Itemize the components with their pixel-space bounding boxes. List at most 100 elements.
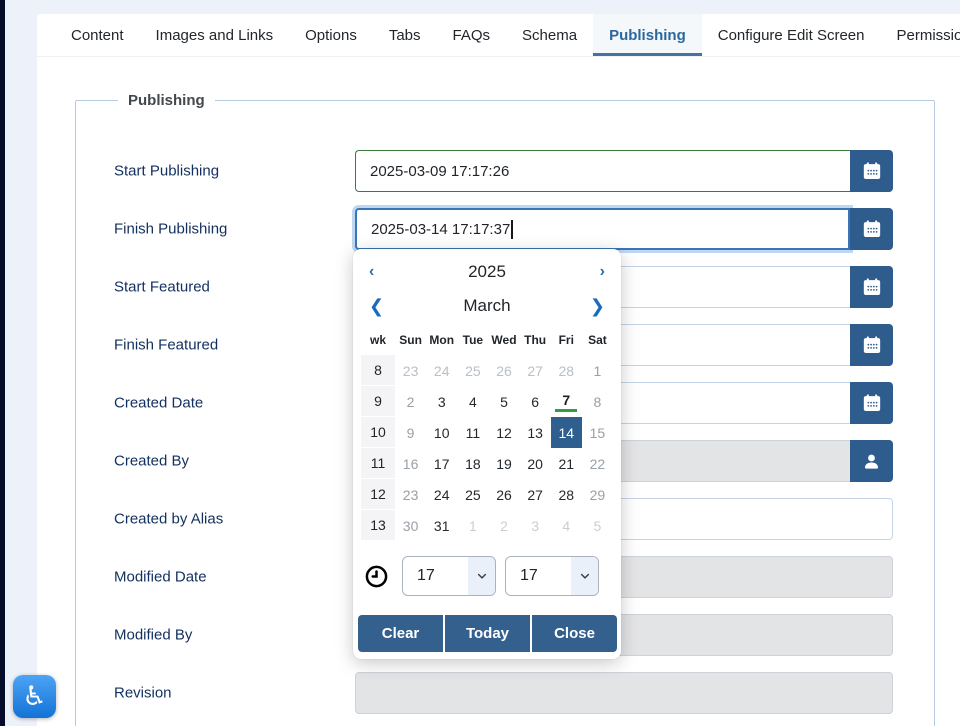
day-cell-28[interactable]: 28 — [551, 355, 582, 386]
next-year-icon[interactable]: › — [596, 264, 609, 280]
day-cell-8[interactable]: 8 — [582, 386, 613, 417]
day-number: 5 — [500, 394, 508, 410]
day-number: 25 — [465, 487, 481, 503]
day-cell-26[interactable]: 26 — [488, 355, 519, 386]
input-value: 2025-03-09 17:17:26 — [370, 163, 509, 180]
text-caret — [511, 220, 513, 239]
today-button[interactable]: Today — [445, 615, 530, 652]
calendar-icon — [862, 393, 882, 413]
day-cell-4[interactable]: 4 — [551, 510, 582, 541]
tab-faqs[interactable]: FAQs — [437, 14, 507, 56]
day-number: 16 — [403, 456, 419, 472]
prev-month-icon[interactable]: ❮ — [365, 297, 388, 315]
day-number: 15 — [590, 425, 606, 441]
day-cell-22[interactable]: 22 — [582, 448, 613, 479]
day-cell-9[interactable]: 9 — [395, 417, 426, 448]
clear-button[interactable]: Clear — [358, 615, 443, 652]
day-cell-23[interactable]: 23 — [395, 479, 426, 510]
tab-publishing[interactable]: Publishing — [593, 14, 702, 56]
next-month-icon[interactable]: ❯ — [586, 297, 609, 315]
day-cell-25[interactable]: 25 — [457, 355, 488, 386]
day-cell-3[interactable]: 3 — [426, 386, 457, 417]
day-cell-2[interactable]: 2 — [488, 510, 519, 541]
calendar-button[interactable] — [850, 208, 893, 250]
calendar-button[interactable] — [850, 382, 893, 424]
accessibility-button[interactable]: ♿ — [13, 675, 56, 718]
day-cell-11[interactable]: 11 — [457, 417, 488, 448]
day-cell-18[interactable]: 18 — [457, 448, 488, 479]
prev-year-icon[interactable]: ‹ — [365, 264, 378, 280]
day-cell-13[interactable]: 13 — [520, 417, 551, 448]
day-number: 26 — [496, 363, 512, 379]
close-button[interactable]: Close — [532, 615, 617, 652]
day-cell-30[interactable]: 30 — [395, 510, 426, 541]
day-cell-20[interactable]: 20 — [520, 448, 551, 479]
day-cell-10[interactable]: 10 — [426, 417, 457, 448]
day-cell-24[interactable]: 24 — [426, 355, 457, 386]
calendar-button[interactable] — [850, 324, 893, 366]
day-number: 2 — [500, 518, 508, 534]
day-cell-31[interactable]: 31 — [426, 510, 457, 541]
day-cell-26[interactable]: 26 — [488, 479, 519, 510]
day-cell-4[interactable]: 4 — [457, 386, 488, 417]
tab-content[interactable]: Content — [55, 14, 140, 56]
day-number: 22 — [590, 456, 606, 472]
tab-schema[interactable]: Schema — [506, 14, 593, 56]
day-cell-25[interactable]: 25 — [457, 479, 488, 510]
day-number: 25 — [465, 363, 481, 379]
day-cell-24[interactable]: 24 — [426, 479, 457, 510]
day-cell-16[interactable]: 16 — [395, 448, 426, 479]
finish-publishing-input[interactable]: 2025-03-14 17:17:37 — [355, 208, 850, 250]
revision-field-group — [355, 672, 893, 714]
page: ContentImages and LinksOptionsTabsFAQsSc… — [0, 0, 960, 726]
tab-configure-edit-screen[interactable]: Configure Edit Screen — [702, 14, 881, 56]
input-value: 2025-03-14 17:17:37 — [371, 221, 510, 238]
chevron-down-icon — [468, 557, 495, 595]
calendar-button[interactable] — [850, 266, 893, 308]
day-cell-23[interactable]: 23 — [395, 355, 426, 386]
day-cell-5[interactable]: 5 — [582, 510, 613, 541]
user-button[interactable] — [850, 440, 893, 482]
day-cell-5[interactable]: 5 — [488, 386, 519, 417]
day-cell-29[interactable]: 29 — [582, 479, 613, 510]
revision-input — [355, 672, 893, 714]
day-cell-1[interactable]: 1 — [582, 355, 613, 386]
tab-images-and-links[interactable]: Images and Links — [140, 14, 290, 56]
day-number: 23 — [403, 487, 419, 503]
hour-select[interactable]: 17 — [402, 556, 496, 596]
tab-options[interactable]: Options — [289, 14, 373, 56]
week-number: 9 — [361, 386, 395, 417]
fieldset-legend: Publishing — [118, 92, 215, 109]
day-cell-14[interactable]: 14 — [551, 417, 582, 448]
start-publishing-field-group: 2025-03-09 17:17:26 — [355, 150, 893, 192]
day-cell-27[interactable]: 27 — [520, 355, 551, 386]
day-cell-27[interactable]: 27 — [520, 479, 551, 510]
day-cell-2[interactable]: 2 — [395, 386, 426, 417]
field-label-finish-featured: Finish Featured — [114, 337, 218, 354]
day-number: 30 — [403, 518, 419, 534]
field-label-finish-publishing: Finish Publishing — [114, 221, 227, 238]
day-cell-6[interactable]: 6 — [520, 386, 551, 417]
day-number: 24 — [434, 363, 450, 379]
day-cell-21[interactable]: 21 — [551, 448, 582, 479]
clock-icon — [364, 564, 389, 589]
day-cell-3[interactable]: 3 — [520, 510, 551, 541]
hour-value: 17 — [403, 557, 468, 595]
day-header-thu: Thu — [520, 333, 551, 347]
day-cell-12[interactable]: 12 — [488, 417, 519, 448]
day-cell-19[interactable]: 19 — [488, 448, 519, 479]
start-publishing-input[interactable]: 2025-03-09 17:17:26 — [355, 150, 850, 192]
day-cell-7[interactable]: 7 — [551, 386, 582, 417]
day-cell-17[interactable]: 17 — [426, 448, 457, 479]
field-label-created-by-alias: Created by Alias — [114, 511, 223, 528]
calendar-button[interactable] — [850, 150, 893, 192]
minute-select[interactable]: 17 — [505, 556, 599, 596]
day-cell-1[interactable]: 1 — [457, 510, 488, 541]
tab-permissions[interactable]: Permissions — [880, 14, 960, 56]
tab-tabs[interactable]: Tabs — [373, 14, 437, 56]
day-cell-15[interactable]: 15 — [582, 417, 613, 448]
day-number: 21 — [558, 456, 574, 472]
day-cell-28[interactable]: 28 — [551, 479, 582, 510]
week-number: 12 — [361, 479, 395, 510]
day-number: 14 — [558, 425, 574, 441]
